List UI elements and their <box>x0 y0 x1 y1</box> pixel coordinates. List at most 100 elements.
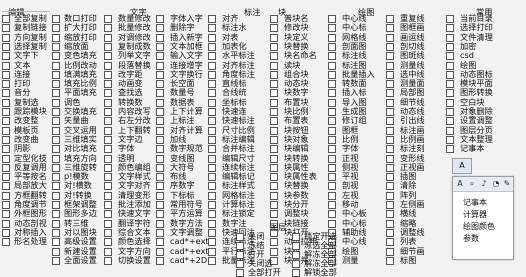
checkbox[interactable] <box>386 126 394 135</box>
checkbox[interactable] <box>104 173 112 182</box>
checkbox[interactable] <box>328 126 336 135</box>
panel-item-params[interactable]: 参数 <box>463 233 479 244</box>
checkbox[interactable] <box>52 228 60 237</box>
checkbox[interactable] <box>104 201 112 209</box>
checkbox[interactable] <box>270 61 278 70</box>
checkbox[interactable] <box>104 154 112 163</box>
checkbox[interactable] <box>156 210 164 219</box>
checkbox[interactable] <box>2 80 10 89</box>
checkbox[interactable] <box>328 154 336 163</box>
checkbox[interactable] <box>104 163 112 172</box>
checkbox[interactable] <box>386 80 394 89</box>
checkbox[interactable] <box>270 24 278 33</box>
checkbox[interactable] <box>2 70 10 79</box>
checkbox[interactable] <box>386 89 394 98</box>
checkbox[interactable] <box>208 126 216 135</box>
checkbox[interactable] <box>2 33 10 42</box>
checkbox[interactable] <box>52 117 60 126</box>
checkbox[interactable] <box>270 80 278 89</box>
checkbox[interactable] <box>52 52 60 61</box>
checkbox[interactable] <box>328 201 336 209</box>
checkbox[interactable] <box>2 24 10 33</box>
checkbox[interactable] <box>446 117 454 126</box>
checkbox[interactable] <box>2 182 10 191</box>
checkbox[interactable] <box>104 89 112 98</box>
checkbox[interactable] <box>208 117 216 126</box>
checkbox[interactable] <box>52 219 60 228</box>
checkbox[interactable] <box>52 201 60 209</box>
checkbox[interactable] <box>386 228 394 237</box>
checkbox[interactable] <box>2 145 10 154</box>
checkbox[interactable] <box>156 80 164 89</box>
checkbox[interactable] <box>208 42 216 51</box>
checkbox[interactable] <box>328 210 336 219</box>
checkbox[interactable] <box>270 135 278 144</box>
checkbox[interactable] <box>156 163 164 172</box>
checkbox[interactable] <box>446 108 454 116</box>
checkbox[interactable] <box>208 15 216 23</box>
checkbox[interactable] <box>208 135 216 144</box>
checkbox[interactable] <box>328 89 336 98</box>
checkbox[interactable] <box>156 117 164 126</box>
checkbox[interactable] <box>446 145 454 154</box>
checkbox[interactable] <box>208 52 216 61</box>
checkbox[interactable] <box>236 260 244 268</box>
checkbox[interactable] <box>52 70 60 79</box>
checkbox[interactable] <box>208 108 216 116</box>
checkbox[interactable] <box>270 182 278 191</box>
checkbox[interactable] <box>104 191 112 200</box>
checkbox[interactable] <box>208 145 216 154</box>
checkbox[interactable] <box>52 15 60 23</box>
checkbox[interactable] <box>386 163 394 172</box>
checkbox[interactable] <box>328 33 336 42</box>
checkbox[interactable] <box>292 242 300 250</box>
checkbox[interactable] <box>270 201 278 209</box>
checkbox[interactable] <box>52 80 60 89</box>
checkbox[interactable] <box>104 80 112 89</box>
checkbox[interactable] <box>104 117 112 126</box>
checkbox[interactable] <box>52 247 60 256</box>
checkbox[interactable] <box>156 256 164 265</box>
checkbox[interactable] <box>52 61 60 70</box>
checkbox[interactable] <box>2 228 10 237</box>
checkbox[interactable] <box>52 154 60 163</box>
panel-item-calculator[interactable]: 计算器 <box>463 209 487 220</box>
checkbox[interactable] <box>104 126 112 135</box>
checkbox[interactable] <box>52 173 60 182</box>
checkbox[interactable] <box>2 126 10 135</box>
checkbox[interactable] <box>52 163 60 172</box>
checkbox[interactable] <box>328 117 336 126</box>
checkbox[interactable] <box>2 154 10 163</box>
checkbox[interactable] <box>156 108 164 116</box>
checkbox[interactable] <box>156 98 164 107</box>
checkbox[interactable] <box>2 191 10 200</box>
checkbox[interactable] <box>386 247 394 256</box>
checkbox[interactable] <box>270 108 278 116</box>
checkbox[interactable] <box>2 61 10 70</box>
checkbox[interactable] <box>328 15 336 23</box>
checkbox[interactable] <box>156 52 164 61</box>
checkbox[interactable] <box>386 210 394 219</box>
checkbox[interactable] <box>52 126 60 135</box>
checkbox[interactable] <box>156 145 164 154</box>
checkbox[interactable] <box>104 52 112 61</box>
checkbox[interactable] <box>328 61 336 70</box>
checkbox[interactable] <box>446 24 454 33</box>
checkbox[interactable] <box>52 145 60 154</box>
checkbox[interactable] <box>208 24 216 33</box>
checkbox[interactable] <box>270 126 278 135</box>
checkbox[interactable] <box>208 173 216 182</box>
checkbox[interactable] <box>156 173 164 182</box>
checkbox[interactable] <box>52 42 60 51</box>
checkbox[interactable] <box>208 33 216 42</box>
checkbox[interactable] <box>270 117 278 126</box>
checkbox[interactable] <box>52 33 60 42</box>
checkbox[interactable] <box>52 210 60 219</box>
checkbox[interactable] <box>2 238 10 247</box>
checkbox[interactable] <box>386 219 394 228</box>
checkbox[interactable] <box>104 210 112 219</box>
checkbox[interactable] <box>156 126 164 135</box>
checkbox[interactable] <box>386 173 394 182</box>
checkbox[interactable] <box>270 145 278 154</box>
checkbox[interactable] <box>328 135 336 144</box>
